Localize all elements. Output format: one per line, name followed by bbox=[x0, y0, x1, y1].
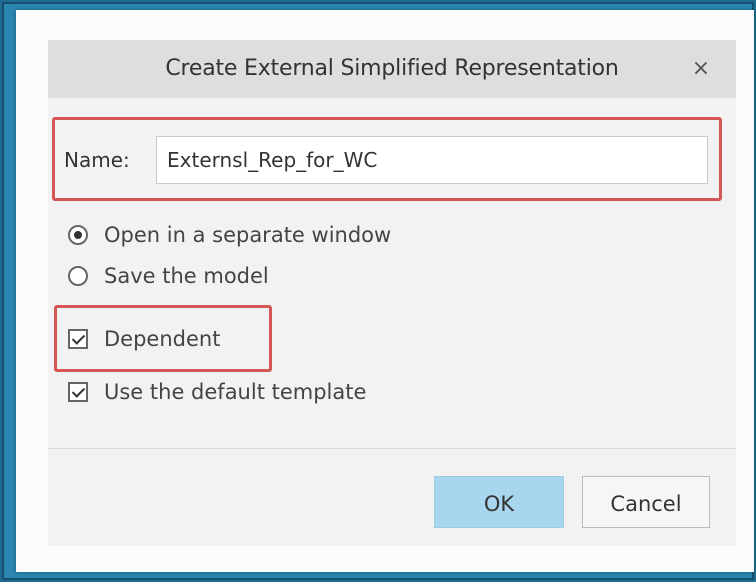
ok-button[interactable]: OK bbox=[434, 476, 564, 528]
default-template-checkbox[interactable] bbox=[68, 382, 88, 402]
dependent-checkbox[interactable] bbox=[68, 329, 88, 349]
default-template-option[interactable]: Use the default template bbox=[68, 377, 468, 407]
dependent-label: Dependent bbox=[104, 327, 221, 351]
footer-divider bbox=[48, 448, 736, 449]
close-icon[interactable]: × bbox=[688, 56, 714, 82]
save-model-label: Save the model bbox=[104, 264, 269, 288]
default-template-label: Use the default template bbox=[104, 380, 367, 404]
save-model-radio[interactable] bbox=[68, 266, 88, 286]
dialog-title: Create External Simplified Representatio… bbox=[165, 56, 619, 81]
open-separate-window-label: Open in a separate window bbox=[104, 223, 392, 247]
dependent-option[interactable]: Dependent bbox=[68, 324, 268, 354]
open-separate-window-option[interactable]: Open in a separate window bbox=[68, 220, 468, 250]
save-model-option[interactable]: Save the model bbox=[68, 261, 368, 291]
name-label: Name: bbox=[64, 148, 130, 172]
cancel-button[interactable]: Cancel bbox=[582, 476, 710, 528]
name-input[interactable] bbox=[156, 136, 708, 184]
open-separate-window-radio[interactable] bbox=[68, 225, 88, 245]
create-external-simplified-rep-dialog: Create External Simplified Representatio… bbox=[48, 40, 736, 546]
dialog-titlebar: Create External Simplified Representatio… bbox=[48, 40, 736, 98]
